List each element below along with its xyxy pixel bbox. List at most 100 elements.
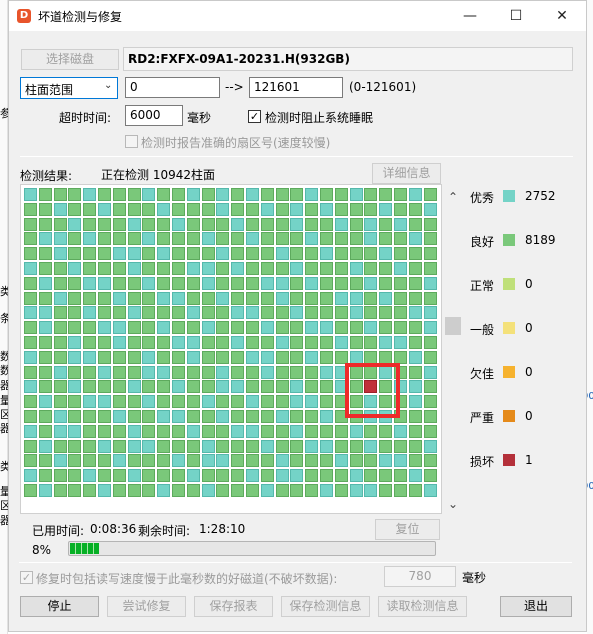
range-end-input[interactable]: 121601 (249, 77, 343, 98)
select-disk-button[interactable]: 选择磁盘 (21, 49, 119, 70)
sector-block (260, 350, 274, 364)
range-mode-select[interactable]: 柱面范围 ⌄ (20, 77, 118, 99)
sector-block (127, 202, 141, 216)
sector-block (260, 424, 274, 438)
sector-block (112, 306, 126, 320)
sector-block (349, 350, 363, 364)
sector-block (157, 380, 171, 394)
sector-block (334, 276, 348, 290)
sector-block (38, 469, 52, 483)
sector-block (320, 202, 333, 216)
sector-block (260, 336, 274, 349)
sector-block (38, 410, 52, 423)
close-button[interactable]: ✕ (539, 1, 585, 31)
sector-block (231, 410, 245, 423)
sector-block (260, 439, 274, 453)
sector-block (260, 395, 274, 409)
sector-block (334, 291, 348, 305)
sector-block (231, 424, 245, 438)
sector-block (231, 188, 245, 201)
reset-button[interactable]: 复位 (375, 519, 440, 540)
sector-block (334, 336, 348, 349)
sector-block (68, 321, 82, 335)
divider (20, 156, 573, 157)
sector-block (216, 217, 230, 231)
report-sector-checkbox[interactable] (125, 135, 138, 148)
minimize-button[interactable]: — (447, 1, 493, 31)
sector-block (408, 276, 422, 290)
sector-block (216, 454, 230, 468)
range-mode-value: 柱面范围 (25, 83, 74, 97)
sector-block (379, 424, 393, 438)
sector-block (394, 247, 407, 261)
sector-block (112, 469, 126, 483)
legend-count: 2752 (525, 189, 556, 203)
sector-block (186, 336, 200, 349)
sector-block (142, 232, 156, 246)
sector-block (172, 350, 185, 364)
sector-block (172, 232, 185, 246)
sector-block (408, 217, 422, 231)
sector-block (186, 262, 200, 275)
sector-block (142, 188, 156, 201)
try-repair-button[interactable]: 尝试修复 (107, 596, 186, 617)
sector-block (83, 395, 97, 409)
sector-block (246, 439, 259, 453)
detail-info-button[interactable]: 详细信息 (372, 163, 441, 184)
slow-ms-input[interactable]: 780 (384, 566, 456, 587)
sector-block (394, 424, 407, 438)
legend-label: 欠佳 (470, 367, 495, 381)
read-info-button[interactable]: 读取检测信息 (378, 596, 467, 617)
maximize-button[interactable]: ☐ (493, 1, 539, 31)
sector-block (186, 395, 200, 409)
sector-block (394, 232, 407, 246)
scrollbar-thumb[interactable] (445, 317, 461, 335)
sector-block (24, 484, 37, 497)
sector-block (83, 484, 97, 497)
scroll-up-icon[interactable]: ⌃ (448, 190, 458, 204)
progress-percent: 8% (32, 543, 52, 557)
sector-block (379, 306, 393, 320)
sector-block (394, 217, 407, 231)
sector-block (290, 262, 304, 275)
save-info-button[interactable]: 保存检测信息 (281, 596, 370, 617)
sector-block (201, 202, 215, 216)
sector-block (112, 484, 126, 497)
sector-block (290, 188, 304, 201)
sector-block (38, 262, 52, 275)
sector-block (275, 410, 289, 423)
scroll-down-icon[interactable]: ⌄ (448, 497, 458, 511)
sector-block (112, 365, 126, 379)
sector-block (157, 454, 171, 468)
sector-block (68, 469, 82, 483)
save-report-button[interactable]: 保存报表 (194, 596, 273, 617)
sector-block (68, 454, 82, 468)
stop-button[interactable]: 停止 (20, 596, 99, 617)
sector-block (364, 350, 378, 364)
sector-block (83, 454, 97, 468)
remaining-label: 剩余时间: (138, 524, 191, 538)
sector-block (172, 247, 185, 261)
sector-block (83, 424, 97, 438)
exit-button[interactable]: 退出 (500, 596, 572, 617)
sector-block (246, 188, 259, 201)
sector-block (201, 410, 215, 423)
sector-block (290, 217, 304, 231)
sector-block (98, 424, 111, 438)
range-start-input[interactable]: 0 (125, 77, 220, 98)
sector-block (334, 306, 348, 320)
sector-block (320, 247, 333, 261)
sector-block (127, 410, 141, 423)
sector-block (231, 484, 245, 497)
sector-block (379, 262, 393, 275)
prevent-sleep-checkbox[interactable]: ✓ (248, 110, 261, 123)
sector-block (38, 276, 52, 290)
include-slow-checkbox[interactable]: ✓ (20, 571, 33, 584)
sector-block (275, 188, 289, 201)
sector-block (408, 188, 422, 201)
legend-swatch (503, 278, 515, 290)
sector-block (320, 365, 333, 379)
sector-block (142, 350, 156, 364)
sector-block (127, 247, 141, 261)
timeout-input[interactable]: 6000 (125, 105, 183, 126)
